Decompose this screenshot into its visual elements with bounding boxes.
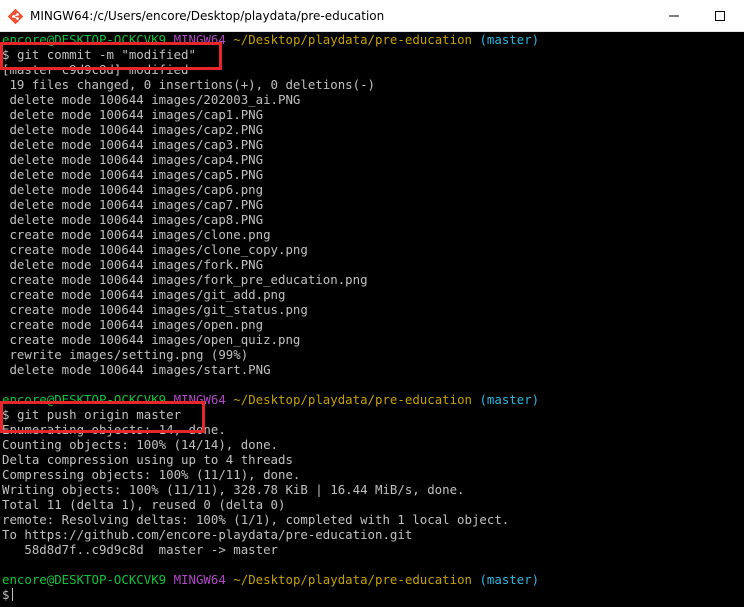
- file-change-line: delete mode 100644 images/cap3.PNG: [2, 137, 264, 152]
- prompt-line: encore@DESKTOP-OCKCVK9 MINGW64 ~/Desktop…: [2, 572, 540, 587]
- commit-stats: 19 files changed, 0 insertions(+), 0 del…: [2, 77, 375, 92]
- input-line[interactable]: $: [2, 587, 14, 602]
- file-change-line: create mode 100644 images/clone.png: [2, 227, 271, 242]
- file-change-line: delete mode 100644 images/202003_ai.PNG: [2, 92, 301, 107]
- file-change-line: delete mode 100644 images/start.PNG: [2, 362, 271, 377]
- push-output-line: Writing objects: 100% (11/11), 328.78 Ki…: [2, 482, 465, 497]
- commit-summary: [master c9d9c8d] modified: [2, 62, 189, 77]
- file-change-line: delete mode 100644 images/cap2.PNG: [2, 122, 264, 137]
- push-output-line: remote: Resolving deltas: 100% (1/1), co…: [2, 512, 510, 527]
- file-change-line: delete mode 100644 images/cap7.PNG: [2, 197, 264, 212]
- git-bash-icon: [7, 8, 24, 25]
- minimize-button[interactable]: [652, 0, 696, 32]
- terminal-output[interactable]: encore@DESKTOP-OCKCVK9 MINGW64 ~/Desktop…: [0, 32, 744, 607]
- command-line: $ git commit -m "modified": [2, 47, 196, 62]
- file-change-line: create mode 100644 images/clone_copy.png: [2, 242, 308, 257]
- file-change-line: create mode 100644 images/open.png: [2, 317, 264, 332]
- push-output-line: To https://github.com/encore-playdata/pr…: [2, 527, 413, 542]
- file-change-line: delete mode 100644 images/cap5.PNG: [2, 167, 264, 182]
- commit-command: git commit -m "modified": [16, 47, 196, 62]
- prompt-line: encore@DESKTOP-OCKCVK9 MINGW64 ~/Desktop…: [2, 32, 540, 47]
- push-output-line: Delta compression using up to 4 threads: [2, 452, 293, 467]
- push-output-line: Total 11 (delta 1), reused 0 (delta 0): [2, 497, 286, 512]
- file-change-line: delete mode 100644 images/cap8.PNG: [2, 212, 264, 227]
- file-change-line: create mode 100644 images/fork_pre_educa…: [2, 272, 368, 287]
- file-change-line: create mode 100644 images/open_quiz.png: [2, 332, 301, 347]
- push-output-line: Counting objects: 100% (14/14), done.: [2, 437, 279, 452]
- command-line: $ git push origin master: [2, 407, 182, 422]
- file-change-line: delete mode 100644 images/cap6.png: [2, 182, 264, 197]
- file-change-line: delete mode 100644 images/cap1.PNG: [2, 107, 264, 122]
- maximize-icon: [715, 11, 725, 21]
- maximize-button[interactable]: [696, 0, 744, 32]
- text-cursor: [12, 588, 14, 601]
- push-output-line: 58d8d7f..c9d9c8d master -> master: [2, 542, 279, 557]
- file-change-line: delete mode 100644 images/cap4.PNG: [2, 152, 264, 167]
- push-output-line: Enumerating objects: 14, done.: [2, 422, 226, 437]
- minimize-icon: [669, 15, 679, 17]
- file-change-line: create mode 100644 images/git_status.png: [2, 302, 308, 317]
- push-command: git push origin master: [16, 407, 182, 422]
- file-change-line: delete mode 100644 images/fork.PNG: [2, 257, 264, 272]
- file-change-line: create mode 100644 images/git_add.png: [2, 287, 286, 302]
- file-change-line: rewrite images/setting.png (99%): [2, 347, 249, 362]
- prompt-line: encore@DESKTOP-OCKCVK9 MINGW64 ~/Desktop…: [2, 392, 540, 407]
- window-title: MINGW64:/c/Users/encore/Desktop/playdata…: [30, 9, 385, 23]
- push-output-line: Compressing objects: 100% (11/11), done.: [2, 467, 301, 482]
- title-bar: MINGW64:/c/Users/encore/Desktop/playdata…: [0, 0, 744, 32]
